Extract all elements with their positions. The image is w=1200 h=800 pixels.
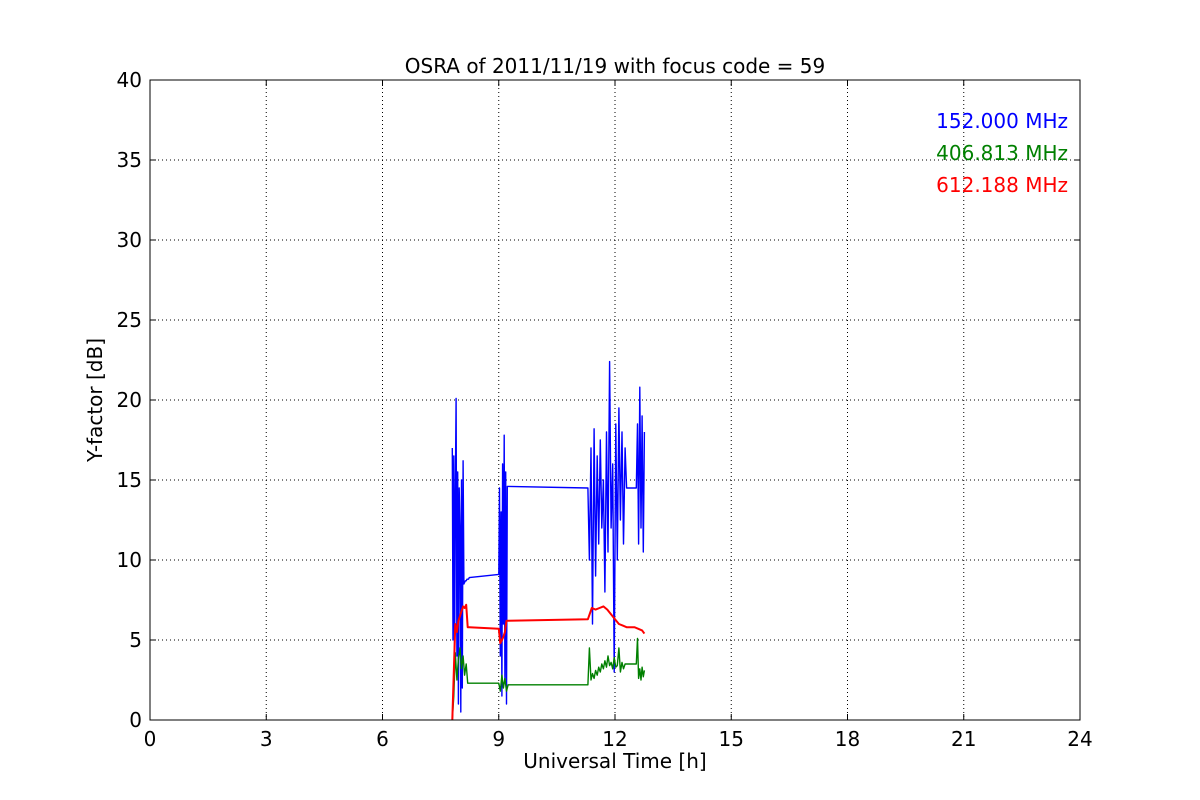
legend-entry-3: 612.188 MHz <box>936 173 1068 197</box>
y-tick-label: 5 <box>129 628 142 652</box>
y-tick-label: 10 <box>117 548 142 572</box>
chart-title: OSRA of 2011/11/19 with focus code = 59 <box>405 54 826 78</box>
legend-entry-1: 152.000 MHz <box>936 109 1068 133</box>
y-axis-label: Y-factor [dB] <box>83 338 107 463</box>
x-tick-label: 21 <box>951 727 976 751</box>
x-tick-label: 18 <box>835 727 860 751</box>
legend: 152.000 MHz 406.813 MHz 612.188 MHz <box>936 109 1068 197</box>
y-tick-label: 30 <box>117 228 142 252</box>
y-tick-label: 25 <box>117 308 142 332</box>
x-tick-label: 24 <box>1067 727 1092 751</box>
x-tick-label: 0 <box>144 727 157 751</box>
x-tick-label: 15 <box>719 727 744 751</box>
x-tick-label: 6 <box>376 727 389 751</box>
x-tick-label: 9 <box>492 727 505 751</box>
chart: 0 3 6 9 12 15 18 21 24 0 5 10 15 20 25 30 35 40 OSRA of 2… <box>0 0 1200 800</box>
y-tick-label: 0 <box>129 708 142 732</box>
y-tick-label: 15 <box>117 468 142 492</box>
y-tick-label: 35 <box>117 148 142 172</box>
y-tick-label: 40 <box>117 68 142 92</box>
legend-entry-2: 406.813 MHz <box>936 141 1068 165</box>
x-axis-label: Universal Time [h] <box>523 749 706 773</box>
x-tick-label: 12 <box>602 727 627 751</box>
x-tick-label: 3 <box>260 727 273 751</box>
y-tick-label: 20 <box>117 388 142 412</box>
